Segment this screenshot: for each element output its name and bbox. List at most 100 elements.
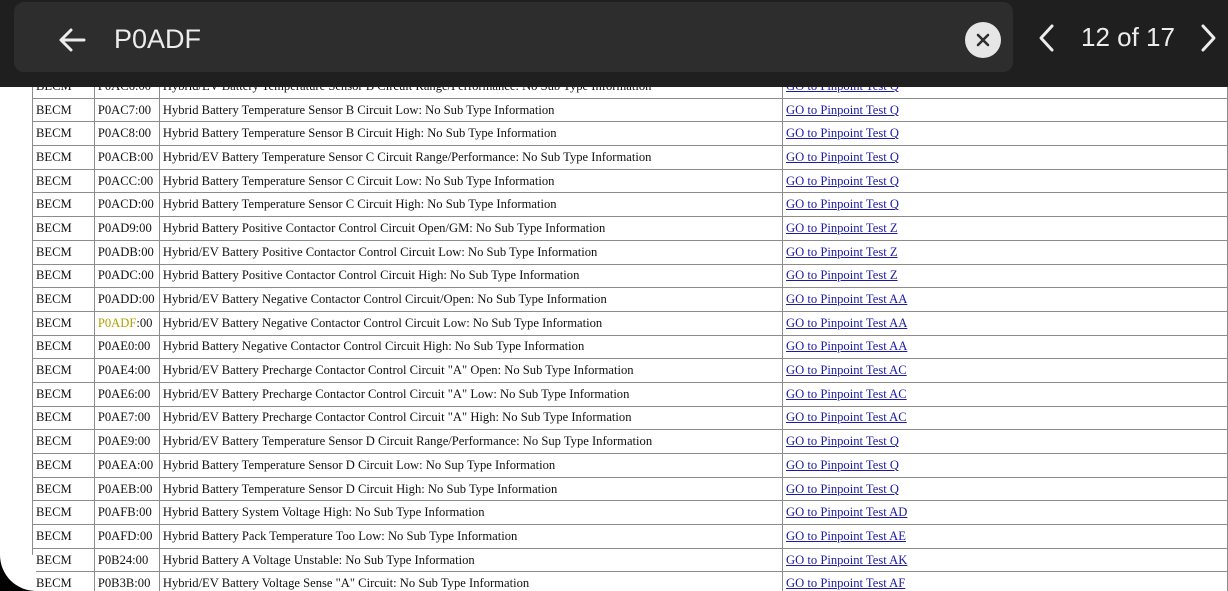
- pinpoint-test-link[interactable]: GO to Pinpoint Test Q: [786, 482, 899, 496]
- dtc-code-cell: P0AD9:00: [93, 216, 160, 241]
- pinpoint-test-link[interactable]: GO to Pinpoint Test Q: [786, 150, 899, 164]
- table-row: BECM P0ADC:00 Hybrid Battery Positive Cont…: [32, 263, 1228, 289]
- match-counter: 12 of 17: [1081, 22, 1175, 52]
- description-cell: Hybrid/EV Battery Precharge Contactor Co…: [158, 358, 784, 383]
- table-row: BECM P0AEA:00 Hybrid Battery Temperature S…: [32, 453, 1228, 478]
- module-cell: BECM: [32, 334, 95, 360]
- pinpoint-test-link[interactable]: GO to Pinpoint Test Q: [786, 103, 899, 117]
- table-row: BECM P0AE0:00 Hybrid Battery Negative Cont…: [32, 334, 1228, 360]
- dtc-code-cell: P0AE0:00: [93, 334, 160, 360]
- table-row: BECM P0AFB:00 Hybrid Battery System Voltag…: [32, 500, 1228, 526]
- pinpoint-test-link[interactable]: GO to Pinpoint Test Z: [786, 268, 898, 282]
- dtc-code-cell: P0AE6:00: [93, 381, 160, 407]
- description-cell: Hybrid/EV Battery Negative Contactor Con…: [158, 287, 784, 312]
- description-cell: Hybrid/EV Battery Precharge Contactor Co…: [158, 405, 784, 431]
- chevron-right-icon: [1201, 24, 1216, 52]
- action-cell: GO to Pinpoint Test AE: [782, 524, 1228, 549]
- close-icon: [976, 33, 990, 47]
- dtc-code-cell: P0ADC:00: [93, 263, 160, 289]
- action-cell: GO to Pinpoint Test Q: [782, 121, 1228, 147]
- dtc-code-cell: P0B3B:00: [93, 571, 160, 591]
- pinpoint-test-link[interactable]: GO to Pinpoint Test Q: [786, 174, 899, 188]
- back-button[interactable]: [52, 20, 92, 60]
- pinpoint-test-link[interactable]: GO to Pinpoint Test AA: [786, 316, 907, 330]
- dtc-code-cell: P0AEA:00: [93, 453, 160, 478]
- find-in-page-bar: P0ADF 12 of 17: [0, 0, 1228, 87]
- dtc-code-cell: P0AE7:00: [93, 405, 160, 431]
- action-cell: GO to Pinpoint Test AD: [782, 500, 1228, 526]
- action-cell: GO to Pinpoint Test AA: [782, 334, 1228, 360]
- module-cell: BECM: [32, 547, 95, 573]
- module-cell: BECM: [32, 216, 95, 241]
- module-cell: BECM: [32, 381, 95, 407]
- dtc-code-cell: P0AEB:00: [93, 476, 160, 502]
- find-query-input[interactable]: P0ADF: [114, 18, 201, 60]
- module-cell: BECM: [32, 429, 95, 454]
- pinpoint-test-link[interactable]: GO to Pinpoint Test AK: [786, 553, 907, 567]
- find-input-box[interactable]: P0ADF: [14, 2, 1013, 72]
- description-cell: Hybrid/EV Battery Positive Contactor Con…: [158, 239, 784, 265]
- dtc-code-cell: P0B24:00: [93, 547, 160, 573]
- description-cell: Hybrid/EV Battery Voltage Sense "A" Circ…: [158, 571, 784, 591]
- table-row: BECM P0ACC:00 Hybrid Battery Temperature S…: [32, 168, 1228, 194]
- pinpoint-test-link[interactable]: GO to Pinpoint Test Q: [786, 434, 899, 448]
- dtc-code-cell: P0AFD:00: [93, 524, 160, 549]
- pinpoint-test-link[interactable]: GO to Pinpoint Test AD: [786, 505, 907, 519]
- action-cell: GO to Pinpoint Test Q: [782, 192, 1228, 218]
- action-cell: GO to Pinpoint Test Q: [782, 145, 1228, 170]
- dtc-table-body: BECMP0AC6:00Hybrid/EV Battery Temperatur…: [32, 74, 1228, 591]
- description-cell: Hybrid Battery Pack Temperature Too Low:…: [158, 524, 784, 549]
- description-cell: Hybrid Battery Temperature Sensor C Circ…: [158, 192, 784, 218]
- dtc-code-cell: P0ACC:00: [93, 168, 160, 194]
- pinpoint-test-link[interactable]: GO to Pinpoint Test AC: [786, 410, 907, 424]
- module-cell: BECM: [32, 571, 95, 591]
- module-cell: BECM: [32, 405, 95, 431]
- module-cell: BECM: [32, 524, 95, 549]
- module-cell: BECM: [32, 145, 95, 170]
- pinpoint-test-link[interactable]: GO to Pinpoint Test AC: [786, 387, 907, 401]
- dtc-code-cell: P0ADF:00: [93, 310, 160, 336]
- description-cell: Hybrid Battery Temperature Sensor B Circ…: [158, 97, 784, 123]
- document-view[interactable]: BECMP0AC6:00Hybrid/EV Battery Temperatur…: [0, 0, 1228, 591]
- module-cell: BECM: [32, 500, 95, 526]
- action-cell: GO to Pinpoint Test AC: [782, 381, 1228, 407]
- pinpoint-test-link[interactable]: GO to Pinpoint Test Q: [786, 458, 899, 472]
- module-cell: BECM: [32, 287, 95, 312]
- action-cell: GO to Pinpoint Test AA: [782, 310, 1228, 336]
- dtc-table: BECMP0AC6:00Hybrid/EV Battery Temperatur…: [32, 74, 1228, 591]
- next-match-button[interactable]: [1193, 18, 1223, 58]
- previous-match-button[interactable]: [1032, 18, 1062, 58]
- pinpoint-test-link[interactable]: GO to Pinpoint Test AA: [786, 339, 907, 353]
- table-row: BECM P0AD9:00 Hybrid Battery Positive Cont…: [32, 216, 1228, 241]
- pinpoint-test-link[interactable]: GO to Pinpoint Test AA: [786, 292, 907, 306]
- table-row: BECM P0AFD:00 Hybrid Battery Pack Temperat…: [32, 524, 1228, 549]
- module-cell: BECM: [32, 358, 95, 383]
- pinpoint-test-link[interactable]: GO to Pinpoint Test AC: [786, 363, 907, 377]
- dtc-code-cell: P0AC8:00: [93, 121, 160, 147]
- description-cell: Hybrid Battery Positive Contactor Contro…: [158, 216, 784, 241]
- description-cell: Hybrid Battery System Voltage High: No S…: [158, 500, 784, 526]
- dtc-code-cell: P0ADB:00: [93, 239, 160, 265]
- action-cell: GO to Pinpoint Test Q: [782, 476, 1228, 502]
- clear-query-button[interactable]: [965, 22, 1001, 58]
- action-cell: GO to Pinpoint Test AA: [782, 287, 1228, 312]
- description-cell: Hybrid/EV Battery Temperature Sensor C C…: [158, 145, 784, 170]
- table-row: BECM P0ACB:00 Hybrid/EV Battery Temperatur…: [32, 145, 1228, 170]
- module-cell: BECM: [32, 310, 95, 336]
- pinpoint-test-link[interactable]: GO to Pinpoint Test Q: [786, 126, 899, 140]
- description-cell: Hybrid/EV Battery Temperature Sensor D C…: [158, 429, 784, 454]
- module-cell: BECM: [32, 168, 95, 194]
- pinpoint-test-link[interactable]: GO to Pinpoint Test Q: [786, 197, 899, 211]
- table-row: BECM P0AC7:00 Hybrid Battery Temperature S…: [32, 97, 1228, 123]
- pinpoint-test-link[interactable]: GO to Pinpoint Test AF: [786, 576, 905, 590]
- action-cell: GO to Pinpoint Test Q: [782, 168, 1228, 194]
- description-cell: Hybrid/EV Battery Negative Contactor Con…: [158, 310, 784, 336]
- action-cell: GO to Pinpoint Test AC: [782, 405, 1228, 431]
- pinpoint-test-link[interactable]: GO to Pinpoint Test AE: [786, 529, 906, 543]
- module-cell: BECM: [32, 97, 95, 123]
- table-row: BECM P0AE7:00 Hybrid/EV Battery Precharge …: [32, 405, 1228, 431]
- pinpoint-test-link[interactable]: GO to Pinpoint Test Z: [786, 221, 898, 235]
- module-cell: BECM: [32, 239, 95, 265]
- pinpoint-test-link[interactable]: GO to Pinpoint Test Z: [786, 245, 898, 259]
- description-cell: Hybrid Battery A Voltage Unstable: No Su…: [158, 547, 784, 573]
